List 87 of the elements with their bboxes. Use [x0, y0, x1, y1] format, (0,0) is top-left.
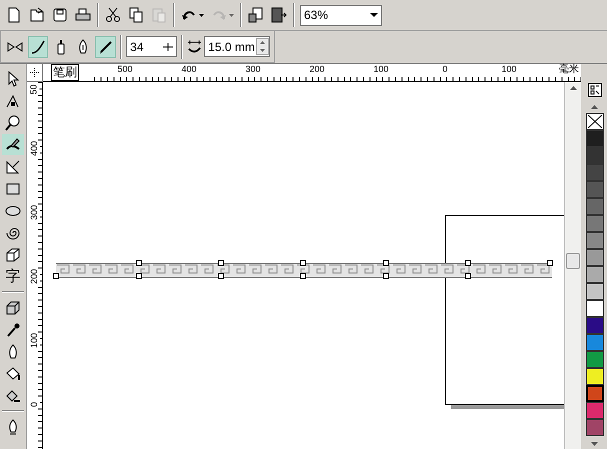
import-icon	[248, 7, 264, 23]
width-icon	[187, 38, 202, 54]
brush-icon	[30, 38, 46, 54]
adjust-icon[interactable]	[163, 42, 174, 52]
eyedropper-icon	[5, 322, 21, 338]
color-swatch[interactable]	[586, 351, 604, 368]
width-field[interactable]: 15.0 mm	[204, 36, 270, 57]
color-swatch[interactable]	[586, 419, 604, 436]
color-swatch[interactable]	[586, 317, 604, 334]
selection-handle[interactable]	[53, 273, 59, 279]
brush-mode-button[interactable]	[28, 36, 48, 58]
fill-icon	[5, 388, 21, 404]
color-swatch[interactable]	[586, 215, 604, 232]
ruler-label: 0	[441, 64, 448, 75]
selection-handle[interactable]	[383, 260, 389, 266]
no-color-swatch[interactable]	[586, 113, 604, 130]
page-icon	[6, 7, 22, 23]
color-swatch[interactable]	[586, 249, 604, 266]
color-swatch[interactable]	[586, 181, 604, 198]
selection-handle[interactable]	[136, 273, 142, 279]
cube-icon	[5, 300, 21, 316]
color-swatch[interactable]	[586, 130, 604, 147]
ruler-unit: 毫米	[559, 64, 579, 76]
tool-button[interactable]	[2, 134, 24, 155]
ruler-label: 500	[116, 64, 134, 75]
clipboard-icon	[151, 7, 167, 23]
color-swatch[interactable]	[586, 147, 604, 164]
color-swatch[interactable]	[586, 232, 604, 249]
color-swatch[interactable]	[586, 334, 604, 351]
export-icon	[271, 7, 287, 23]
scissors-icon	[105, 7, 121, 23]
selection-handle[interactable]	[136, 260, 142, 266]
color-swatch[interactable]	[586, 300, 604, 317]
zoom-dropdown[interactable]: 63%	[300, 4, 382, 26]
pen-icon	[98, 38, 114, 54]
color-swatch[interactable]	[586, 402, 604, 419]
tool-name-label: 笔刷	[51, 64, 79, 81]
ruler-corner[interactable]	[27, 64, 43, 82]
scroll-up-icon[interactable]	[570, 86, 576, 90]
tool-button[interactable]: 字	[2, 266, 24, 287]
color-swatch[interactable]	[586, 368, 604, 385]
rectangle-icon	[5, 180, 21, 196]
ruler-label: 200	[308, 64, 326, 75]
selection-handle[interactable]	[547, 260, 553, 266]
palette-options-icon[interactable]	[588, 83, 602, 97]
brush-mode-button[interactable]	[95, 36, 116, 58]
brush-icon	[5, 136, 21, 152]
color-swatch[interactable]	[586, 283, 604, 300]
dropdown-caret-icon	[370, 13, 378, 17]
cross-icon	[588, 115, 602, 128]
scrollbar-thumb[interactable]	[566, 253, 580, 269]
printer-icon	[75, 7, 91, 23]
selection-handle[interactable]	[218, 260, 224, 266]
crosshair-icon	[30, 68, 39, 77]
ruler-label: 0	[29, 402, 40, 406]
color-swatch[interactable]	[586, 266, 604, 283]
magnifier-icon	[5, 114, 21, 130]
copy-icon	[128, 7, 144, 23]
spinner-icon[interactable]	[256, 38, 269, 55]
shape-icon	[5, 246, 21, 262]
selection-handle[interactable]	[218, 273, 224, 279]
ruler-label: 200	[29, 268, 40, 284]
node-edit-icon	[5, 92, 21, 108]
ruler-label: 100	[29, 332, 40, 348]
selection-handle[interactable]	[300, 273, 306, 279]
selection-handle[interactable]	[465, 260, 471, 266]
ruler-label: 300	[244, 64, 262, 75]
ruler-label: 50	[29, 84, 40, 94]
folder-icon	[29, 7, 45, 23]
ruler-label: 400	[29, 140, 40, 156]
caret-icon	[199, 14, 204, 16]
ruler-label: 100	[372, 64, 390, 75]
scroll-down-icon[interactable]	[591, 442, 598, 446]
stroke-count-field[interactable]: 34	[126, 36, 178, 57]
selection-handle[interactable]	[383, 273, 389, 279]
selection-handle[interactable]	[300, 260, 306, 266]
vertical-scrollbar[interactable]	[564, 82, 581, 449]
color-swatch[interactable]	[586, 198, 604, 215]
color-swatch[interactable]	[586, 385, 604, 402]
caret-icon	[229, 14, 234, 16]
ruler-label: 300	[29, 204, 40, 220]
paint-bucket-icon	[5, 366, 21, 382]
color-swatch[interactable]	[586, 164, 604, 181]
selection-handle[interactable]	[465, 273, 471, 279]
ruler-label: 100	[500, 64, 518, 75]
ruler-label: 400	[180, 64, 198, 75]
scroll-up-icon[interactable]	[591, 105, 598, 109]
